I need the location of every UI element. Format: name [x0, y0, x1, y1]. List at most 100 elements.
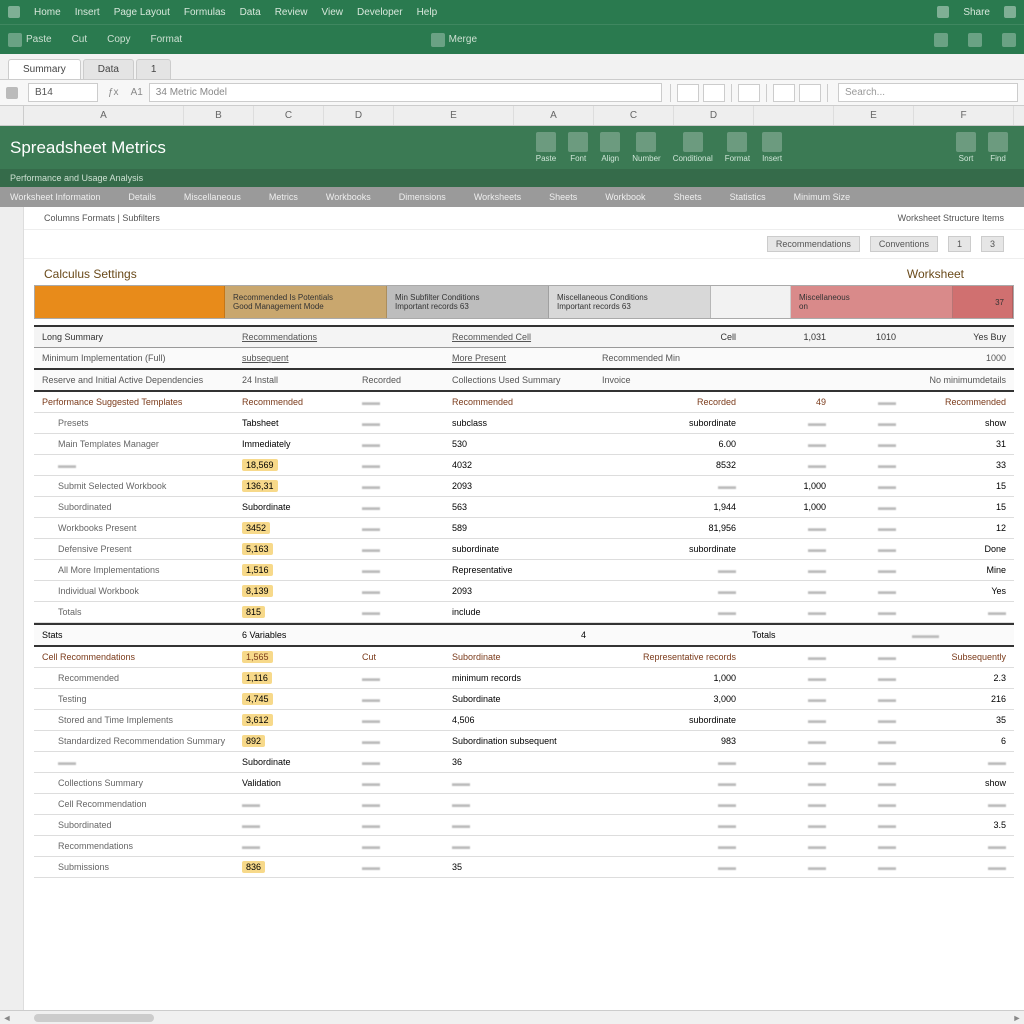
table-row: PresetsTabsheet▬▬subclasssubordinate▬▬▬▬…	[34, 413, 1014, 434]
table-row: Submit Selected Workbook136,31▬▬2093▬▬1,…	[34, 476, 1014, 497]
table-row: Defensive Present5,163▬▬subordinatesubor…	[34, 539, 1014, 560]
col-header[interactable]: D	[674, 106, 754, 125]
save-icon[interactable]	[6, 87, 18, 99]
nav-item[interactable]: Minimum Size	[794, 192, 851, 202]
cb-cell	[711, 286, 791, 318]
scroll-left-icon[interactable]: ◄	[0, 1013, 14, 1023]
align-icon	[600, 132, 620, 152]
ribbon-cut[interactable]: Cut	[72, 34, 88, 45]
nav-item[interactable]: Miscellaneous	[184, 192, 241, 202]
fx-label: ƒx	[102, 87, 125, 98]
ribbon-paste[interactable]: Paste	[8, 33, 52, 47]
nav-item[interactable]: Sheets	[549, 192, 577, 202]
chip[interactable]: 3	[981, 236, 1004, 252]
info-row-2: Recommendations Conventions 1 3	[24, 230, 1024, 259]
nav-item[interactable]: Sheets	[674, 192, 702, 202]
ribbon-copy[interactable]: Copy	[107, 34, 130, 45]
col-header[interactable]: E	[834, 106, 914, 125]
table-row: SubordinatedSubordinate▬▬5631,9441,000▬▬…	[34, 497, 1014, 518]
nav-item[interactable]: Statistics	[730, 192, 766, 202]
conditional-icon	[683, 132, 703, 152]
nav-strip: Worksheet Information Details Miscellane…	[0, 187, 1024, 207]
nav-item[interactable]: Metrics	[269, 192, 298, 202]
ribbon-misc-icon[interactable]	[968, 33, 982, 47]
menu-item[interactable]: Formulas	[184, 7, 226, 18]
col-header[interactable]: C	[254, 106, 324, 125]
tool-number[interactable]: Number	[632, 132, 660, 163]
tool-sort[interactable]: Sort	[956, 132, 976, 163]
tab-data[interactable]: Data	[83, 59, 134, 79]
fx-btn-4[interactable]	[773, 84, 795, 102]
col-header[interactable]: B	[184, 106, 254, 125]
ribbon-misc-icon[interactable]	[934, 33, 948, 47]
section-header-right: Worksheet	[887, 259, 1024, 285]
tool-paste[interactable]: Paste	[536, 132, 556, 163]
ribbon-format[interactable]: Format	[151, 34, 183, 45]
tool-font[interactable]: Font	[568, 132, 588, 163]
col-header[interactable]: A	[24, 106, 184, 125]
metrics-table: Long SummaryRecommendations Recommended …	[34, 325, 1014, 878]
app-icon	[8, 6, 20, 18]
scroll-right-icon[interactable]: ►	[1010, 1013, 1024, 1023]
fx-btn-1[interactable]	[677, 84, 699, 102]
chip[interactable]: Recommendations	[767, 236, 860, 252]
cb-cell: 37	[953, 286, 1013, 318]
tab-1[interactable]: 1	[136, 59, 172, 79]
column-headers: A B C D E A C D E F	[0, 106, 1024, 126]
tool-find[interactable]: Find	[988, 132, 1008, 163]
col-header[interactable]: F	[914, 106, 1014, 125]
table-row: ▬▬18,569▬▬40328532▬▬▬▬33	[34, 455, 1014, 476]
col-header[interactable]: E	[394, 106, 514, 125]
menu-item[interactable]: Data	[240, 7, 261, 18]
merge-icon	[431, 33, 445, 47]
menu-item[interactable]: Review	[275, 7, 308, 18]
table-row: Testing4,745▬▬Subordinate3,000▬▬▬▬216	[34, 689, 1014, 710]
row-gutter	[0, 207, 24, 1010]
ribbon-merge[interactable]: Merge	[431, 33, 477, 47]
table-row: Stored and Time Implements3,612▬▬4,506su…	[34, 710, 1014, 731]
sort-icon	[956, 132, 976, 152]
cb-cell: Min Subfilter ConditionsImportant record…	[387, 286, 549, 318]
chip[interactable]: 1	[948, 236, 971, 252]
nav-item[interactable]: Workbook	[605, 192, 645, 202]
table-row: Cell Recommendations1,565CutSubordinateR…	[34, 647, 1014, 668]
tool-align[interactable]: Align	[600, 132, 620, 163]
horizontal-scrollbar[interactable]: ◄ ►	[0, 1010, 1024, 1024]
formula-input[interactable]: 34 Metric Model	[149, 83, 662, 102]
menu-bar: Home Insert Page Layout Formulas Data Re…	[0, 0, 1024, 24]
nav-item[interactable]: Workbooks	[326, 192, 371, 202]
menu-item[interactable]: Share	[963, 7, 990, 18]
fx-btn-2[interactable]	[703, 84, 725, 102]
title-subband: Performance and Usage Analysis	[0, 169, 1024, 187]
font-icon	[568, 132, 588, 152]
ribbon: Paste Cut Copy Format Merge	[0, 24, 1024, 54]
nav-item[interactable]: Worksheet Information	[10, 192, 100, 202]
search-input[interactable]: Search...	[838, 83, 1018, 102]
nav-item[interactable]: Details	[128, 192, 156, 202]
menu-item[interactable]: Insert	[75, 7, 100, 18]
fx-btn-3[interactable]	[738, 84, 760, 102]
tool-format[interactable]: Format	[725, 132, 750, 163]
chip[interactable]: Conventions	[870, 236, 938, 252]
share-icon[interactable]	[937, 6, 949, 18]
menu-item[interactable]: Help	[417, 7, 438, 18]
col-header[interactable]: C	[594, 106, 674, 125]
menu-item[interactable]: Home	[34, 7, 61, 18]
fx-btn-5[interactable]	[799, 84, 821, 102]
menu-item[interactable]: View	[321, 7, 343, 18]
tool-insert[interactable]: Insert	[762, 132, 782, 163]
nav-item[interactable]: Dimensions	[399, 192, 446, 202]
comments-icon[interactable]	[1004, 6, 1016, 18]
col-header[interactable]: A	[514, 106, 594, 125]
nav-item[interactable]: Worksheets	[474, 192, 521, 202]
ribbon-misc-icon[interactable]	[1002, 33, 1016, 47]
scroll-thumb[interactable]	[34, 1014, 154, 1022]
col-header[interactable]: D	[324, 106, 394, 125]
menu-item[interactable]: Page Layout	[114, 7, 170, 18]
tool-conditional[interactable]: Conditional	[673, 132, 713, 163]
table-subheader: Minimum Implementation (Full)subsequent …	[34, 348, 1014, 370]
menu-item[interactable]: Developer	[357, 7, 403, 18]
name-box[interactable]: B14	[28, 83, 98, 102]
tab-summary[interactable]: Summary	[8, 59, 81, 79]
cb-cell	[35, 286, 225, 318]
